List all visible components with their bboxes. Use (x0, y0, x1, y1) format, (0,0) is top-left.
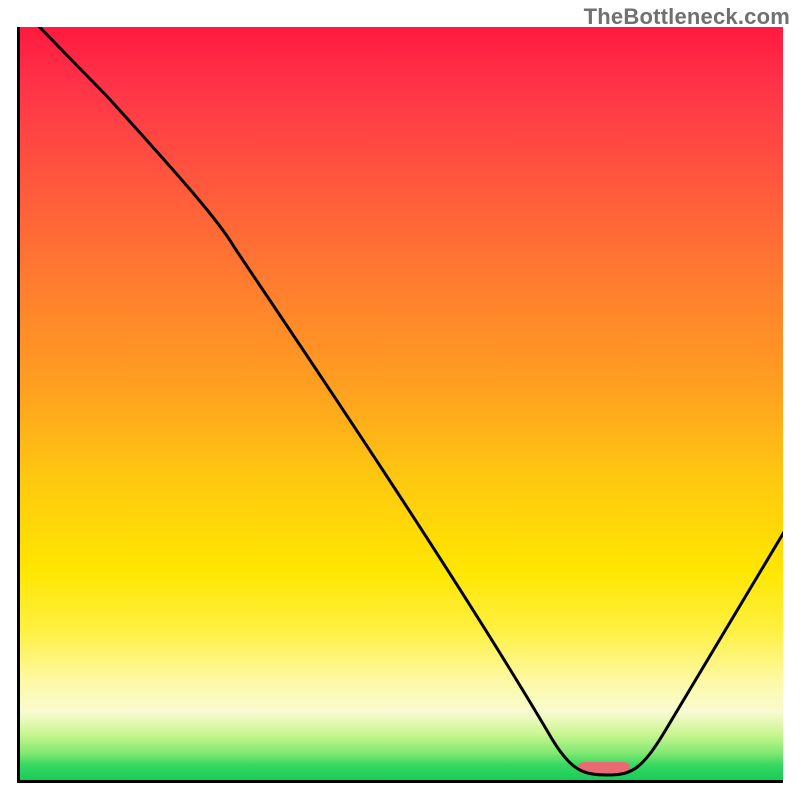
chart-frame: TheBottleneck.com (0, 0, 800, 800)
bottleneck-curve (20, 27, 783, 780)
plot-area (17, 27, 783, 783)
watermark-text: TheBottleneck.com (584, 4, 790, 30)
curve-path (20, 27, 783, 775)
